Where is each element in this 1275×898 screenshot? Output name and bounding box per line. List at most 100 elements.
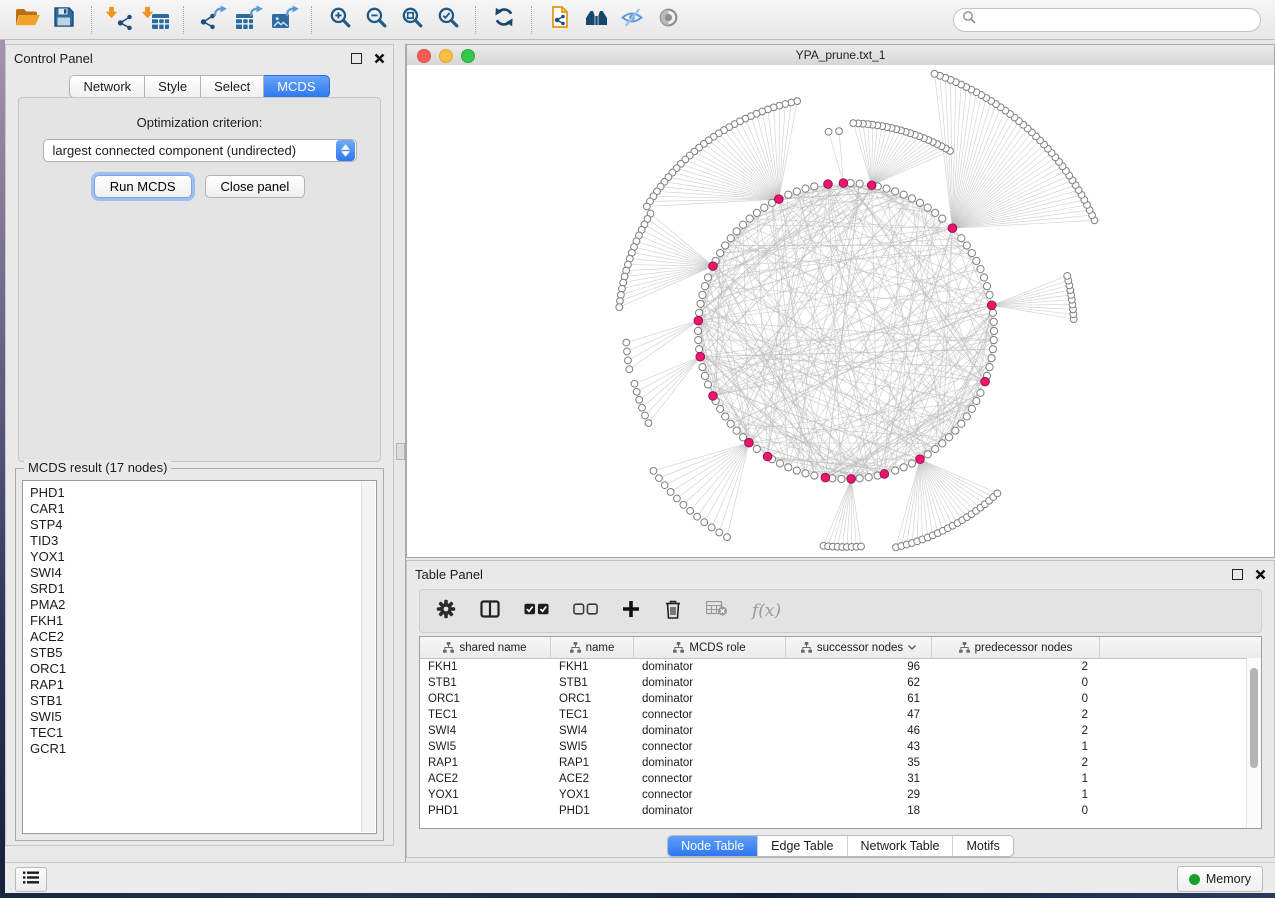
table-toolbar: f(x) (419, 589, 1262, 633)
result-item[interactable]: STB1 (30, 693, 376, 709)
column-header-predecessor-nodes[interactable]: predecessor nodes (932, 637, 1100, 658)
table-row[interactable]: ACE2ACE2connector311 (420, 771, 1261, 787)
result-item[interactable]: RAP1 (30, 677, 376, 693)
table-row[interactable]: SWI4SWI4dominator462 (420, 723, 1261, 739)
float-panel-icon[interactable] (1232, 569, 1243, 580)
table-row[interactable]: YOX1YOX1connector291 (420, 787, 1261, 803)
column-header-mcds-role[interactable]: MCDS role (634, 637, 786, 658)
minimize-window-icon[interactable] (439, 49, 453, 63)
close-window-icon[interactable] (417, 49, 431, 63)
table-row[interactable]: TEC1TEC1connector472 (420, 707, 1261, 723)
table-cell: 0 (932, 677, 1100, 689)
mcds-result-listbox[interactable]: PHD1CAR1STP4TID3YOX1SWI4SRD1PMA2FKH1ACE2… (22, 480, 377, 834)
close-panel-button[interactable]: Close panel (205, 175, 306, 198)
delete-table-button[interactable] (706, 601, 728, 621)
column-header-name[interactable]: name (551, 637, 634, 658)
tab-network[interactable]: Network (69, 75, 145, 98)
hide-selected-button[interactable] (614, 4, 650, 36)
table-cell: YOX1 (551, 789, 634, 801)
run-mcds-button[interactable]: Run MCDS (94, 175, 192, 198)
main-toolbar (0, 0, 1275, 40)
result-item[interactable]: ACE2 (30, 629, 376, 645)
tab-edge-table[interactable]: Edge Table (757, 836, 846, 856)
result-item[interactable]: TID3 (30, 533, 376, 549)
search-input[interactable] (976, 12, 1252, 28)
result-item[interactable]: YOX1 (30, 549, 376, 565)
result-item[interactable]: STB5 (30, 645, 376, 661)
result-item[interactable]: TEC1 (30, 725, 376, 741)
table-settings-button[interactable] (436, 599, 456, 624)
open-session-button[interactable] (10, 4, 46, 36)
tab-node-table[interactable]: Node Table (668, 836, 757, 856)
zoom-fit-button[interactable] (394, 4, 430, 36)
memory-button[interactable]: Memory (1177, 866, 1263, 892)
tab-network-table[interactable]: Network Table (847, 836, 953, 856)
result-scrollbar[interactable] (361, 482, 375, 832)
result-item[interactable]: PMA2 (30, 597, 376, 613)
export-image-button[interactable] (266, 4, 302, 36)
result-item[interactable]: PHD1 (30, 485, 376, 501)
task-history-button[interactable] (15, 867, 47, 892)
network-canvas[interactable] (407, 65, 1275, 557)
close-panel-icon[interactable] (374, 53, 385, 64)
column-header-shared-name[interactable]: shared name (420, 637, 551, 658)
apply-layout-button[interactable] (486, 4, 522, 36)
floppy-disk-icon (53, 6, 75, 33)
network-canvas-container[interactable] (407, 65, 1274, 557)
zoom-fit-icon (401, 6, 424, 34)
column-chooser-button[interactable] (480, 600, 500, 623)
show-all-button[interactable] (650, 4, 686, 36)
table-row[interactable]: ORC1ORC1dominator610 (420, 691, 1261, 707)
panel-splitter[interactable] (394, 44, 406, 862)
export-network-button[interactable] (194, 4, 230, 36)
column-header-successor-nodes[interactable]: successor nodes (786, 637, 932, 658)
delete-column-button[interactable] (664, 599, 682, 624)
add-column-button[interactable] (622, 600, 640, 623)
table-cell: PHD1 (551, 805, 634, 817)
result-item[interactable]: SRD1 (30, 581, 376, 597)
export-table-button[interactable] (230, 4, 266, 36)
result-item[interactable]: GCR1 (30, 741, 376, 757)
result-item[interactable]: CAR1 (30, 501, 376, 517)
table-tabs: Node TableEdge TableNetwork TableMotifs (667, 835, 1014, 857)
select-stepper-icon (336, 140, 355, 161)
result-item[interactable]: ORC1 (30, 661, 376, 677)
tab-select[interactable]: Select (201, 75, 264, 98)
table-row[interactable]: PHD1PHD1dominator180 (420, 803, 1261, 819)
result-item[interactable]: SWI4 (30, 565, 376, 581)
first-neighbors-button[interactable] (578, 4, 614, 36)
tab-motifs[interactable]: Motifs (952, 836, 1012, 856)
table-row[interactable]: STB1STB1dominator620 (420, 675, 1261, 691)
select-all-rows-button[interactable] (524, 602, 549, 620)
table-row[interactable]: SWI5SWI5connector431 (420, 739, 1261, 755)
table-cell: 47 (786, 709, 932, 721)
result-item[interactable]: STP4 (30, 517, 376, 533)
deselect-all-rows-button[interactable] (573, 602, 598, 620)
network-window-titlebar[interactable]: YPA_prune.txt_1 (407, 45, 1274, 66)
result-item[interactable]: SWI5 (30, 709, 376, 725)
float-panel-icon[interactable] (351, 53, 362, 64)
splitter-handle-icon[interactable] (396, 443, 405, 460)
scrollbar-thumb[interactable] (1250, 668, 1258, 768)
table-row[interactable]: RAP1RAP1dominator352 (420, 755, 1261, 771)
save-session-button[interactable] (46, 4, 82, 36)
table-row[interactable]: FKH1FKH1dominator962 (420, 659, 1261, 675)
maximize-window-icon[interactable] (461, 49, 475, 63)
zoom-out-button[interactable] (358, 4, 394, 36)
table-cell: SWI5 (420, 741, 551, 753)
criterion-select[interactable]: largest connected component (undirected) (43, 139, 357, 162)
control-panel-title: Control Panel (14, 51, 351, 66)
search-box[interactable] (953, 8, 1261, 32)
tab-style[interactable]: Style (145, 75, 201, 98)
function-builder-button[interactable]: f(x) (752, 601, 781, 621)
import-table-button[interactable] (138, 4, 174, 36)
import-network-button[interactable] (102, 4, 138, 36)
close-panel-icon[interactable] (1255, 569, 1266, 580)
zoom-in-button[interactable] (322, 4, 358, 36)
zoom-selected-button[interactable] (430, 4, 466, 36)
tab-mcds[interactable]: MCDS (264, 75, 329, 98)
mcds-result-list: PHD1CAR1STP4TID3YOX1SWI4SRD1PMA2FKH1ACE2… (23, 481, 376, 757)
table-scrollbar[interactable] (1246, 658, 1261, 828)
new-network-from-selection-button[interactable] (542, 4, 578, 36)
result-item[interactable]: FKH1 (30, 613, 376, 629)
